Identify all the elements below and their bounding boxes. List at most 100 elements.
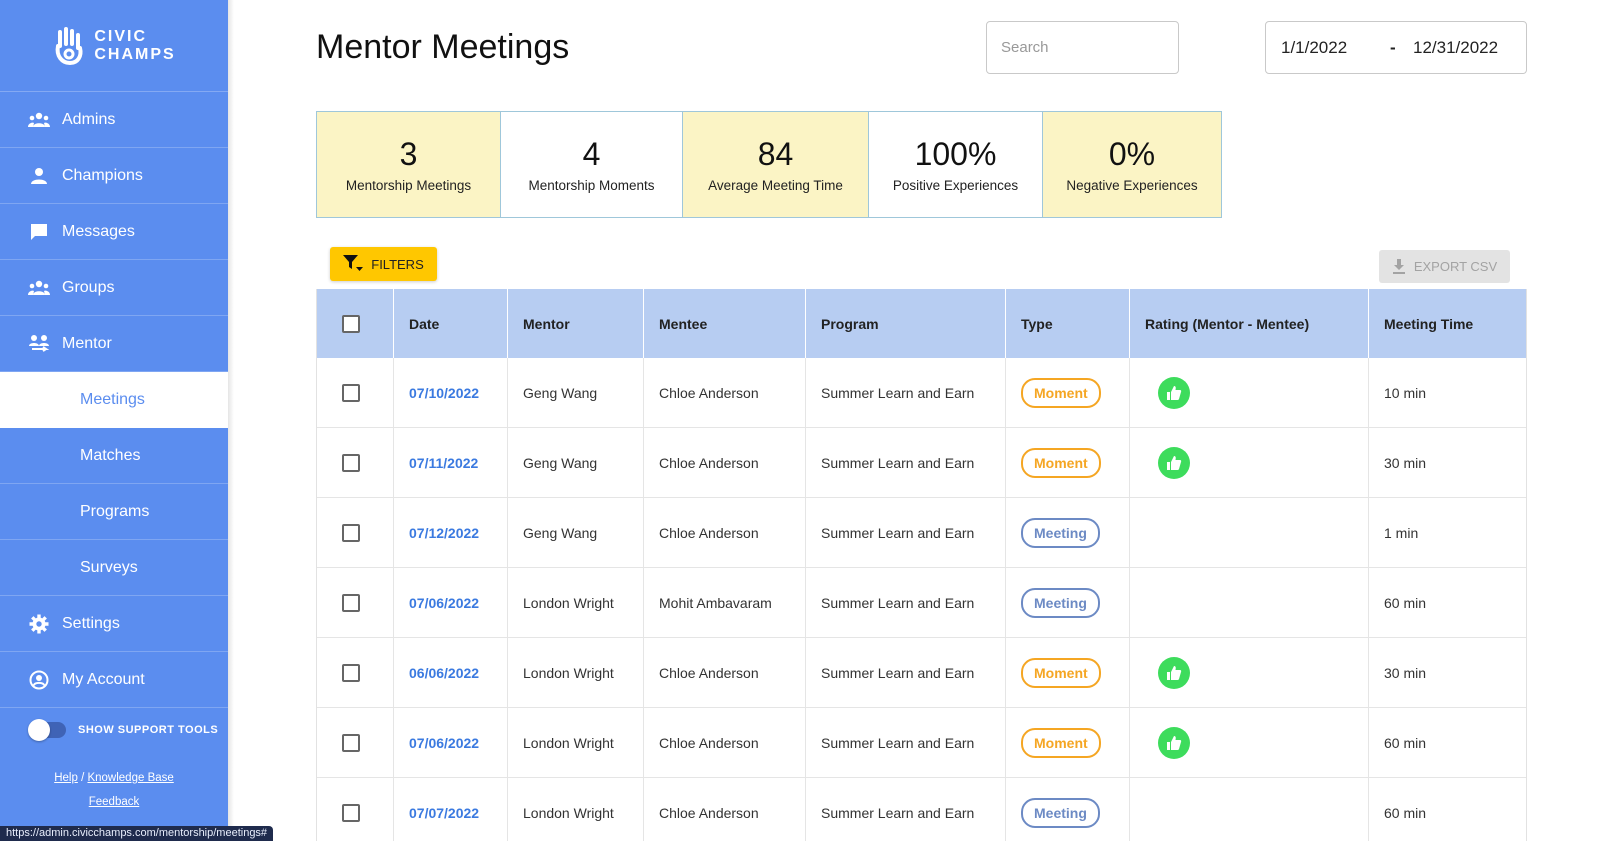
sidebar-subitem-programs[interactable]: Programs	[0, 484, 228, 540]
status-bar-url: https://admin.civicchamps.com/mentorship…	[0, 826, 274, 841]
stat-value: 4	[582, 136, 601, 172]
sidebar-subitem-surveys[interactable]: Surveys	[0, 540, 228, 596]
program-cell: Summer Learn and Earn	[806, 638, 1006, 707]
mentor-icon	[28, 333, 50, 355]
row-checkbox[interactable]	[342, 383, 360, 402]
support-tools-toggle[interactable]	[28, 719, 66, 741]
sidebar-item-label: Surveys	[80, 558, 138, 576]
type-badge: Moment	[1021, 447, 1101, 478]
page-title: Mentor Meetings	[316, 28, 570, 66]
sidebar-subitem-meetings[interactable]: Meetings	[0, 372, 228, 428]
sidebar-item-mentor[interactable]: Mentor	[0, 316, 228, 372]
date-cell: 07/06/2022	[394, 568, 508, 637]
stat-mentorship-meetings: 3 Mentorship Meetings	[317, 112, 501, 217]
type-badge: Meeting	[1021, 517, 1100, 548]
date-link[interactable]: 07/11/2022	[409, 455, 478, 471]
table-row[interactable]: 07/06/2022 London Wright Mohit Ambavaram Su…	[317, 568, 1526, 638]
row-checkbox[interactable]	[342, 593, 360, 612]
thumbs-up-icon	[1158, 446, 1190, 479]
filters-button[interactable]: FILTERS	[330, 247, 437, 281]
row-checkbox[interactable]	[342, 453, 360, 472]
support-tools-row: SHOW SUPPORT TOOLS	[0, 710, 228, 750]
sidebar-item-admins[interactable]: Admins	[0, 92, 228, 148]
column-header-mentor[interactable]: Mentor	[508, 289, 644, 358]
type-cell: Meeting	[1006, 568, 1130, 637]
sidebar-item-my-account[interactable]: My Account	[0, 652, 228, 708]
date-link[interactable]: 07/06/2022	[409, 595, 479, 611]
row-select-cell	[317, 428, 394, 497]
brand-logo[interactable]: CIVIC CHAMPS	[0, 0, 228, 92]
column-header-mentee[interactable]: Mentee	[644, 289, 806, 358]
feedback-link[interactable]: Feedback	[89, 796, 140, 808]
date-end[interactable]: 12/31/2022	[1413, 38, 1498, 58]
date-link[interactable]: 07/12/2022	[409, 525, 479, 541]
meeting-time-cell: 60 min	[1384, 734, 1427, 751]
program-cell: Summer Learn and Earn	[806, 778, 1006, 841]
sidebar-item-messages[interactable]: Messages	[0, 204, 228, 260]
date-link[interactable]: 07/07/2022	[409, 805, 479, 821]
rating-cell	[1130, 358, 1369, 427]
sidebar-item-champions[interactable]: Champions	[0, 148, 228, 204]
program-cell: Summer Learn and Earn	[806, 708, 1006, 777]
type-badge: Moment	[1021, 727, 1101, 758]
table-row[interactable]: 07/06/2022 London Wright Chloe Anderson Sum…	[317, 708, 1526, 778]
rating-cell	[1130, 708, 1369, 777]
help-link[interactable]: Help	[54, 772, 78, 784]
mentee-cell: Chloe Anderson	[644, 638, 806, 707]
mentee-cell: Mohit Ambavaram	[644, 568, 806, 637]
row-checkbox[interactable]	[342, 523, 360, 542]
type-badge: Meeting	[1021, 587, 1100, 618]
column-header-rating[interactable]: Rating (Mentor - Mentee)	[1130, 289, 1369, 358]
column-header-type[interactable]: Type	[1006, 289, 1130, 358]
sidebar-item-settings[interactable]: Settings	[0, 596, 228, 652]
sidebar-item-groups[interactable]: Groups	[0, 260, 228, 316]
date-range-picker[interactable]: 1/1/2022 - 12/31/2022	[1265, 21, 1527, 74]
date-link[interactable]: 07/10/2022	[409, 385, 479, 401]
group-icon	[28, 109, 50, 131]
row-select-cell	[317, 708, 394, 777]
stat-label: Positive Experiences	[892, 178, 1019, 193]
date-link[interactable]: 06/06/2022	[409, 665, 479, 681]
row-select-cell	[317, 498, 394, 567]
date-start[interactable]: 1/1/2022	[1281, 38, 1347, 58]
meeting-time-cell: 30 min	[1384, 664, 1427, 681]
select-all-checkbox[interactable]	[342, 314, 360, 333]
row-checkbox[interactable]	[342, 733, 360, 752]
mentor-cell: Geng Wang	[508, 498, 644, 567]
date-link[interactable]: 07/06/2022	[409, 735, 479, 751]
thumbs-up-icon	[1158, 726, 1190, 759]
table-row[interactable]: 07/11/2022 Geng Wang Chloe Anderson Summer …	[317, 428, 1526, 498]
stat-positive-experiences: 100% Positive Experiences	[869, 112, 1043, 217]
thumbs-up-icon	[1158, 656, 1190, 689]
sidebar-item-label: Meetings	[80, 390, 145, 408]
sidebar-shadow	[228, 0, 234, 841]
brand-name: CIVIC CHAMPS	[94, 27, 176, 63]
mentor-cell: London Wright	[508, 568, 644, 637]
stat-value: 100%	[914, 136, 997, 172]
row-checkbox[interactable]	[342, 803, 360, 822]
table-row[interactable]: 07/12/2022 Geng Wang Chloe Anderson Summer …	[317, 498, 1526, 568]
search-input[interactable]	[986, 21, 1179, 74]
knowledge-base-link[interactable]: Knowledge Base	[87, 772, 173, 784]
table-header: Date Mentor Mentee Program Type Rating (…	[317, 289, 1526, 358]
sidebar-item-label: Matches	[80, 446, 141, 464]
sidebar-subitem-matches[interactable]: Matches	[0, 428, 228, 484]
column-header-date[interactable]: Date	[394, 289, 508, 358]
export-csv-button[interactable]: EXPORT CSV	[1379, 250, 1510, 283]
chat-icon	[28, 221, 50, 243]
program-cell: Summer Learn and Earn	[806, 568, 1006, 637]
stat-label: Mentorship Meetings	[345, 178, 472, 193]
group-icon	[28, 277, 50, 299]
table-row[interactable]: 07/10/2022 Geng Wang Chloe Anderson Summer …	[317, 358, 1526, 428]
stat-label: Mentorship Moments	[528, 178, 655, 193]
stats-panel: 3 Mentorship Meetings 4 Mentorship Momen…	[316, 111, 1222, 218]
row-checkbox[interactable]	[342, 663, 360, 682]
rating-cell	[1130, 568, 1369, 637]
column-header-meeting-time[interactable]: Meeting Time	[1369, 289, 1526, 358]
table-row[interactable]: 06/06/2022 London Wright Chloe Anderson Sum…	[317, 638, 1526, 708]
type-badge: Moment	[1021, 377, 1101, 408]
table-row[interactable]: 07/07/2022 London Wright Chloe Anderson Sum…	[317, 778, 1526, 841]
stat-value: 3	[399, 136, 418, 172]
program-cell: Summer Learn and Earn	[806, 428, 1006, 497]
column-header-program[interactable]: Program	[806, 289, 1006, 358]
